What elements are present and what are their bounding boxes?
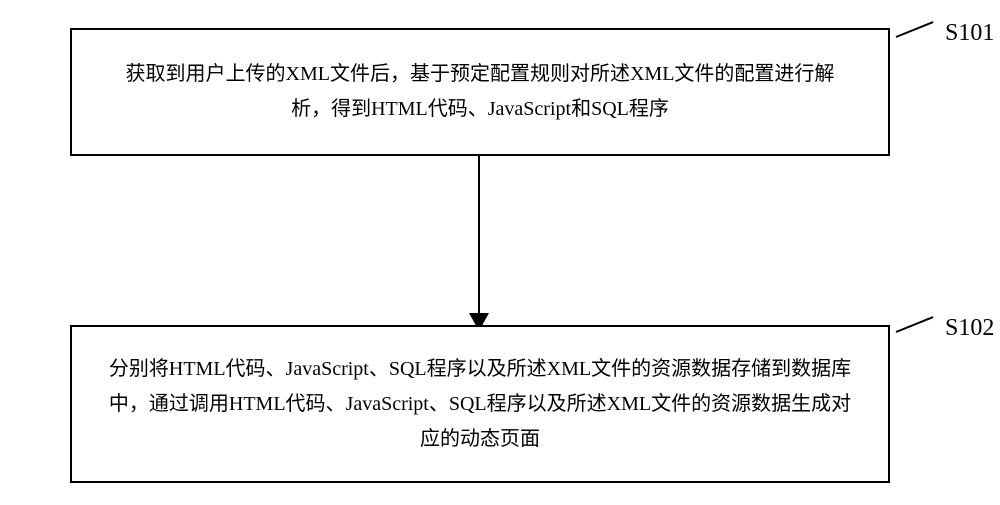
step-box-s102: 分别将HTML代码、JavaScript、SQL程序以及所述XML文件的资源数据… xyxy=(70,325,890,483)
flowchart-diagram: 获取到用户上传的XML文件后，基于预定配置规则对所述XML文件的配置进行解析，得… xyxy=(70,20,930,485)
step-label-s102: S102 xyxy=(945,315,994,342)
step-text-s101: 获取到用户上传的XML文件后，基于预定配置规则对所述XML文件的配置进行解析，得… xyxy=(107,57,853,127)
step-box-s101: 获取到用户上传的XML文件后，基于预定配置规则对所述XML文件的配置进行解析，得… xyxy=(70,28,890,156)
arrow-line xyxy=(478,156,480,325)
label-connector-s101 xyxy=(896,21,934,38)
step-label-s101: S101 xyxy=(945,20,994,47)
step-text-s102: 分别将HTML代码、JavaScript、SQL程序以及所述XML文件的资源数据… xyxy=(107,352,853,457)
label-connector-s102 xyxy=(896,316,934,333)
